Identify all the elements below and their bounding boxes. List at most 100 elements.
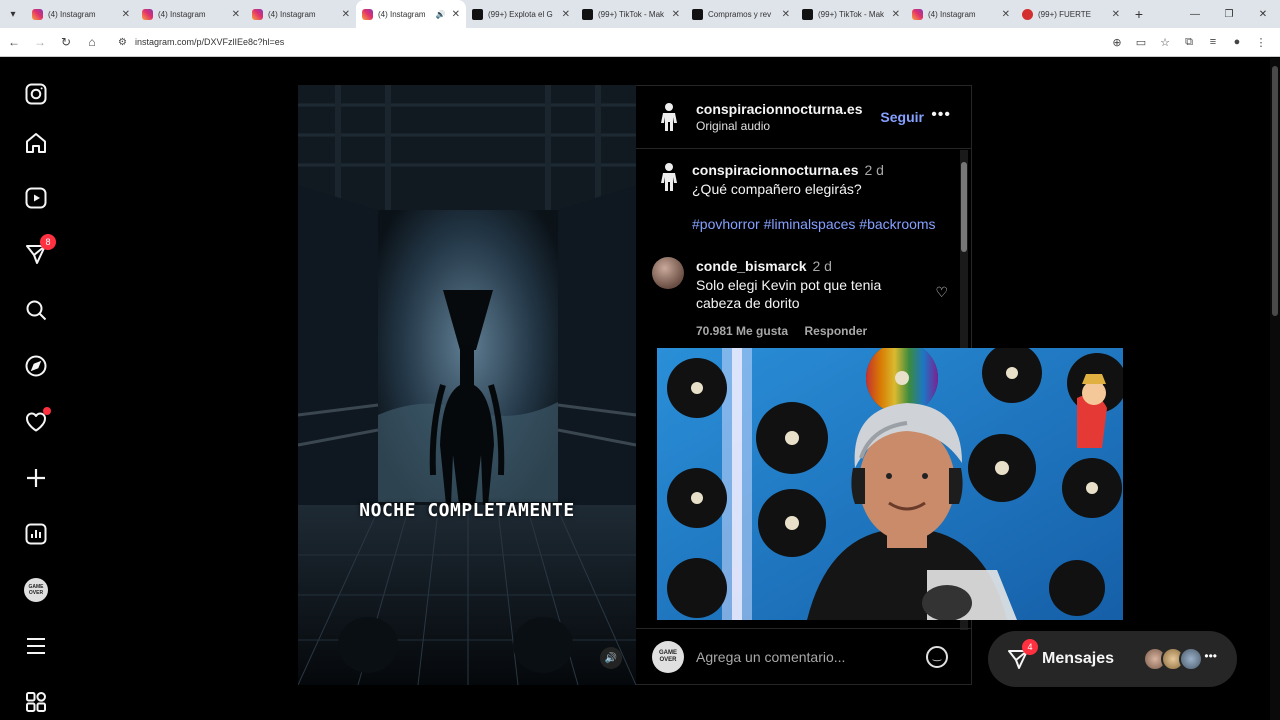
minimize-icon[interactable]: — — [1178, 0, 1212, 28]
caption-hashtags[interactable]: #povhorror #liminalspaces #backrooms — [692, 216, 936, 232]
browser-tab[interactable]: (4) Instagram ✕ — [26, 0, 136, 28]
also-from-meta-icon[interactable] — [22, 688, 50, 716]
original-audio-link[interactable]: Original audio — [696, 119, 862, 133]
cast-icon[interactable]: ▭ — [1130, 31, 1152, 53]
tab-audio-icon[interactable]: 🔊 — [436, 10, 446, 19]
tab-title: (4) Instagram — [158, 9, 206, 19]
tab-title: (4) Instagram — [268, 9, 316, 19]
browser-tab[interactable]: (4) Instagram ✕ — [136, 0, 246, 28]
follow-button[interactable]: Seguir — [880, 109, 924, 125]
emoji-picker-icon[interactable]: ‿ — [926, 645, 948, 668]
comment-time: 2 d — [812, 258, 832, 274]
page-scrollbar[interactable] — [1270, 58, 1280, 720]
caption-text: ¿Qué compañero elegirás? — [692, 181, 862, 197]
instagram-favicon-icon — [252, 8, 263, 20]
comment-like-heart-icon[interactable]: ♡ — [935, 284, 948, 301]
caption-item: conspiracionnocturna.es 2 d ¿Qué compañer… — [692, 162, 936, 232]
site-favicon-icon — [1022, 8, 1033, 20]
tab-close-icon[interactable]: ✕ — [892, 9, 900, 20]
caption-time: 2 d — [864, 162, 884, 178]
browser-tab[interactable]: (99+) Explota el G ✕ — [466, 0, 576, 28]
bookmark-star-icon[interactable]: ☆ — [1154, 31, 1176, 53]
search-icon[interactable] — [22, 296, 50, 324]
tab-close-icon[interactable]: ✕ — [122, 9, 130, 20]
create-plus-icon[interactable] — [22, 464, 50, 492]
insights-chart-icon[interactable] — [22, 520, 50, 548]
notifications-heart-icon[interactable] — [22, 407, 51, 436]
home-icon[interactable]: ⌂ — [80, 30, 104, 54]
instagram-favicon-icon — [362, 8, 373, 20]
tab-title: Compramos y rev — [708, 9, 772, 19]
tab-search-menu-icon[interactable]: ▾ — [0, 0, 26, 28]
video-overlay-text: NOCHE COMPLETAMENTE — [359, 500, 575, 521]
browser-tab[interactable]: (99+) TikTok - Mak ✕ — [796, 0, 906, 28]
comment-username[interactable]: conde_bismarck — [696, 258, 807, 274]
caption-username[interactable]: conspiracionnocturna.es — [692, 162, 858, 178]
tab-close-icon[interactable]: ✕ — [562, 9, 570, 20]
forward-icon[interactable]: → — [28, 30, 52, 54]
tab-title: (99+) FUERTE — [1038, 9, 1091, 19]
browser-tab[interactable]: (4) Instagram ✕ — [906, 0, 1016, 28]
reload-icon[interactable]: ↻ — [54, 30, 78, 54]
messenger-badge: 8 — [40, 234, 56, 250]
tab-title: (4) Instagram — [48, 9, 96, 19]
extensions-icon[interactable]: ⧉ — [1178, 31, 1200, 53]
tab-close-icon[interactable]: ✕ — [672, 9, 680, 20]
reply-button[interactable]: Responder — [805, 324, 868, 338]
tab-close-icon[interactable]: ✕ — [452, 9, 460, 20]
messages-button[interactable]: 4 Mensajes ••• — [988, 631, 1237, 687]
browser-tab[interactable]: (4) Instagram ✕ — [246, 0, 356, 28]
instagram-favicon-icon — [32, 8, 43, 20]
post-video[interactable]: NOCHE COMPLETAMENTE 🔊 — [298, 85, 636, 685]
home-nav-icon[interactable] — [22, 129, 50, 157]
comment-likes[interactable]: 70.981 Me gusta — [696, 324, 788, 338]
add-comment-bar: GAME OVER Agrega un comentario... ‿ — [636, 628, 972, 684]
profile-avatar[interactable]: GAME OVER — [22, 576, 50, 604]
browser-tab[interactable]: Compramos y rev ✕ — [686, 0, 796, 28]
back-icon[interactable]: ← — [2, 30, 26, 54]
browser-tab-bar: ▾ (4) Instagram ✕ (4) Instagram ✕ (4) Instag… — [0, 0, 1280, 28]
tab-strip: (4) Instagram ✕ (4) Instagram ✕ (4) Instagra… — [26, 0, 1126, 28]
tab-close-icon[interactable]: ✕ — [342, 9, 350, 20]
more-menu-icon[interactable] — [22, 632, 50, 660]
tab-close-icon[interactable]: ✕ — [232, 9, 240, 20]
comment-item: conde_bismarck 2 d Solo elegi Kevin pot q… — [696, 258, 881, 340]
reading-list-icon[interactable]: ≡ — [1202, 31, 1224, 53]
instagram-logo-icon[interactable] — [22, 80, 50, 108]
profile-icon[interactable]: ● — [1226, 31, 1248, 53]
post-author-username[interactable]: conspiracionnocturna.es — [696, 101, 862, 117]
url-input[interactable]: ⚙ instagram.com/p/DXVFzlIEe8c?hl=es — [112, 31, 1098, 53]
messenger-icon[interactable]: 8 — [22, 234, 56, 268]
notification-dot — [43, 407, 51, 415]
author-avatar[interactable] — [656, 102, 682, 132]
comment-input[interactable]: Agrega un comentario... — [696, 649, 926, 665]
instagram-sidebar: 8 GAME OVER — [0, 58, 72, 720]
messages-label: Mensajes — [1042, 650, 1115, 667]
restore-icon[interactable]: ❐ — [1212, 0, 1246, 28]
caption-author-avatar[interactable] — [656, 162, 682, 192]
close-window-icon[interactable]: ✕ — [1246, 0, 1280, 28]
reels-icon[interactable] — [22, 184, 50, 212]
new-tab-button[interactable]: + — [1126, 6, 1152, 22]
tiktok-favicon-icon — [472, 8, 483, 20]
zoom-icon[interactable]: ⊕ — [1106, 31, 1128, 53]
address-bar-actions: ⊕ ▭ ☆ ⧉ ≡ ● ⋮ — [1106, 31, 1272, 53]
comments-scroll-thumb[interactable] — [961, 162, 967, 252]
message-avatars — [1143, 647, 1203, 671]
tab-close-icon[interactable]: ✕ — [1002, 9, 1010, 20]
tiktok-favicon-icon — [582, 8, 593, 20]
tab-close-icon[interactable]: ✕ — [1112, 9, 1120, 20]
commenter-avatar[interactable] — [652, 257, 684, 289]
browser-tab[interactable]: (99+) TikTok - Mak ✕ — [576, 0, 686, 28]
browser-tab[interactable]: (4) Instagram 🔊 ✕ — [356, 0, 466, 28]
browser-tab[interactable]: (99+) FUERTE ✕ — [1016, 0, 1126, 28]
audio-toggle-icon[interactable]: 🔊 — [600, 647, 622, 669]
tab-close-icon[interactable]: ✕ — [782, 9, 790, 20]
explore-compass-icon[interactable] — [22, 352, 50, 380]
site-info-icon[interactable]: ⚙ — [118, 37, 127, 48]
page-scroll-thumb[interactable] — [1272, 66, 1278, 316]
messages-more-icon[interactable]: ••• — [1204, 649, 1217, 663]
more-options-icon[interactable]: ••• — [931, 106, 951, 124]
browser-menu-icon[interactable]: ⋮ — [1250, 31, 1272, 53]
tab-title: (4) Instagram — [378, 9, 426, 19]
